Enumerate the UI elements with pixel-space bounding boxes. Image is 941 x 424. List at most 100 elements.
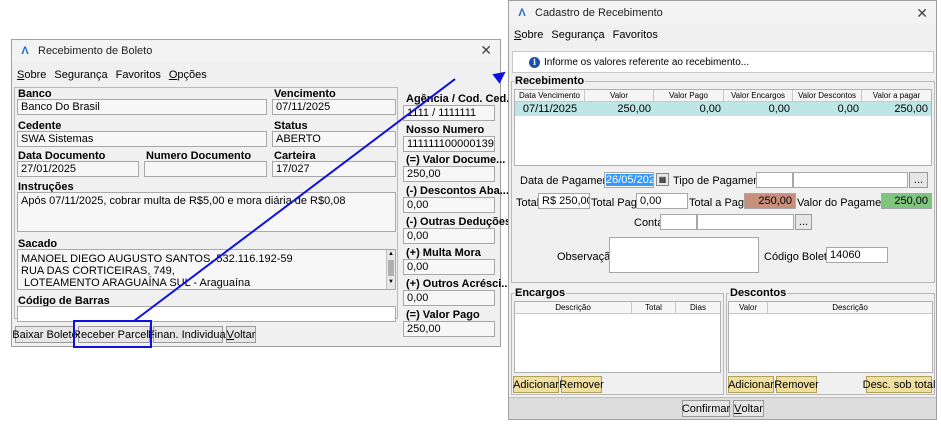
cell-valor-pago: 0,00 (699, 103, 721, 115)
desc-sob-total-button[interactable]: Desc. sob total (863, 376, 935, 393)
receber-parcela-highlight (73, 320, 152, 348)
tipo-pagamento-desc-field[interactable] (793, 172, 908, 188)
numero-documento-field[interactable] (144, 161, 267, 177)
col-header[interactable]: Valor a pagar (862, 90, 931, 101)
col-header[interactable]: Valor (585, 90, 654, 101)
menu-favoritos[interactable]: Favoritos (116, 69, 161, 81)
calendar-icon[interactable]: ▦ (656, 173, 669, 186)
col-header[interactable]: Valor Pago (654, 90, 724, 101)
cell-valor-encargos: 0,00 (768, 103, 790, 115)
title-bar: Λ Recebimento de Boleto ✕ (12, 40, 500, 62)
voltar-button[interactable]: Voltar (733, 400, 764, 417)
total-a-pagar-field[interactable]: 250,00 (744, 193, 796, 209)
total-pago-field[interactable]: 0,00 (636, 193, 688, 209)
descontos-abatimento-label: (-) Descontos Aba... (406, 185, 509, 197)
nosso-numero-field[interactable]: 11111110000013997 (403, 136, 495, 152)
observacao-field[interactable] (609, 237, 759, 273)
col-header[interactable]: Valor Encargos (724, 90, 793, 101)
col-header[interactable]: Data Vencimento (515, 90, 585, 101)
parcelas-grid-header: Data Vencimento Valor Valor Pago Valor E… (515, 90, 931, 102)
conta-label: Conta (634, 217, 664, 229)
scroll-up-icon[interactable]: ▲ (387, 250, 395, 258)
descontos-remover-button[interactable]: Remover (774, 376, 819, 393)
conta-browse-button[interactable]: ... (795, 214, 812, 230)
valor-documento-field[interactable]: 250,00 (403, 166, 495, 182)
observacao-label: Observação (557, 251, 617, 263)
window-title: Recebimento de Boleto (38, 45, 153, 57)
conta-desc-field[interactable] (697, 214, 794, 230)
descontos-group-title: Descontos (729, 287, 788, 299)
scroll-thumb[interactable] (388, 260, 394, 276)
cedente-field[interactable]: SWA Sistemas (17, 131, 267, 147)
valor-pagamento-field[interactable]: 250,00 (881, 193, 932, 209)
encargos-grid-header: Descrição Total Dias (515, 302, 720, 314)
col-header[interactable]: Valor Descontos (793, 90, 862, 101)
col-header[interactable]: Descrição (768, 302, 932, 313)
tipo-pagamento-browse-button[interactable]: ... (909, 172, 928, 188)
baixar-boleto-button[interactable]: Baixar Boleto (12, 326, 78, 343)
descontos-abatimento-field[interactable]: 0,00 (403, 197, 495, 213)
app-logo-icon: Λ (518, 7, 526, 19)
col-header[interactable]: Valor (729, 302, 768, 313)
tipo-pagamento-code-field[interactable] (756, 172, 793, 188)
banco-field[interactable]: Banco Do Brasil (17, 99, 267, 115)
outros-acrescimos-field[interactable]: 0,00 (403, 290, 495, 306)
outras-deducoes-field[interactable]: 0,00 (403, 228, 495, 244)
instrucoes-field[interactable]: Após 07/11/2025, cobrar multa de R$5,00 … (17, 192, 396, 232)
status-field[interactable]: ABERTO (272, 131, 396, 147)
encargos-remover-button[interactable]: Remover (559, 376, 604, 393)
table-row[interactable]: 07/11/2025 250,00 0,00 0,00 0,00 250,00 (515, 102, 931, 116)
multa-mora-label: (+) Multa Mora (406, 247, 481, 259)
valor-pago-field[interactable]: 250,00 (403, 321, 495, 337)
menu-sobre[interactable]: Sobre (514, 29, 543, 41)
sacado-scrollbar[interactable]: ▲ ▼ (386, 250, 395, 289)
menu-favoritos[interactable]: Favoritos (613, 29, 658, 41)
menu-seguranca[interactable]: Segurança (54, 69, 107, 81)
encargos-adicionar-button[interactable]: Adicionar (513, 376, 559, 393)
descontos-adicionar-button[interactable]: Adicionar (728, 376, 774, 393)
sacado-line: LOTEAMENTO ARAGUAÍNA SUL - Araguaína (21, 277, 251, 289)
window-title: Cadastro de Recebimento (535, 7, 663, 19)
recebimento-group-title: Recebimento (514, 75, 586, 87)
cell-valor-descontos: 0,00 (837, 103, 859, 115)
close-icon[interactable]: ✕ (480, 43, 492, 57)
col-header[interactable]: Descrição (515, 302, 632, 313)
outras-deducoes-label: (-) Outras Deduções (406, 216, 512, 228)
valor-documento-label: (=) Valor Docume... (406, 154, 506, 166)
total-field[interactable]: R$ 250,00 (538, 193, 590, 209)
info-icon: i (529, 56, 540, 68)
cell-valor-a-pagar: 250,00 (894, 103, 928, 115)
app-logo-icon: Λ (21, 45, 29, 57)
vencimento-field[interactable]: 07/11/2025 (272, 99, 396, 115)
tipo-pagamento-label: Tipo de Pagamento (673, 175, 769, 187)
menu-sobre[interactable]: Sobre (17, 69, 46, 81)
outros-acrescimos-label: (+) Outros Acrésci... (406, 278, 511, 290)
col-header[interactable]: Dias (676, 302, 720, 313)
multa-mora-field[interactable]: 0,00 (403, 259, 495, 275)
menu-bar: Sobre Segurança Favoritos Opções (12, 66, 500, 84)
finan-individual-button[interactable]: Finan. Individual (148, 326, 228, 343)
total-label: Total (516, 197, 540, 209)
valor-pago-label: (=) Valor Pago (406, 309, 480, 321)
sacado-line: MANOEL DIEGO AUGUSTO SANTOS, 532.116.192… (21, 253, 293, 265)
codigo-boleto-field[interactable]: 14060 (826, 247, 888, 263)
info-bar: i Informe os valores referente ao recebi… (512, 51, 934, 73)
sacado-field[interactable]: MANOEL DIEGO AUGUSTO SANTOS, 532.116.192… (17, 249, 396, 290)
confirmar-button[interactable]: Confirmar (682, 400, 730, 417)
close-icon[interactable]: ✕ (916, 6, 928, 20)
menu-bar: Sobre Segurança Favoritos (509, 26, 936, 44)
nosso-numero-label: Nosso Numero (406, 124, 485, 136)
data-pagamento-value: 26/05/2025 (606, 174, 653, 186)
col-header[interactable]: Total (632, 302, 676, 313)
conta-code-field[interactable] (660, 214, 697, 230)
scroll-down-icon[interactable]: ▼ (387, 278, 395, 286)
cell-data-vencimento: 07/11/2025 (522, 103, 578, 115)
descontos-grid-header: Valor Descrição (729, 302, 932, 314)
data-pagamento-field[interactable]: 26/05/2025 (604, 172, 654, 188)
title-bar: Λ Cadastro de Recebimento ✕ (509, 1, 936, 25)
menu-seguranca[interactable]: Segurança (551, 29, 604, 41)
data-documento-field[interactable]: 27/01/2025 (17, 161, 139, 177)
menu-opcoes[interactable]: Opções (169, 69, 207, 81)
voltar-button[interactable]: Voltar (226, 326, 256, 343)
cadastro-recebimento-window: Λ Cadastro de Recebimento ✕ Sobre Segura… (508, 0, 937, 420)
